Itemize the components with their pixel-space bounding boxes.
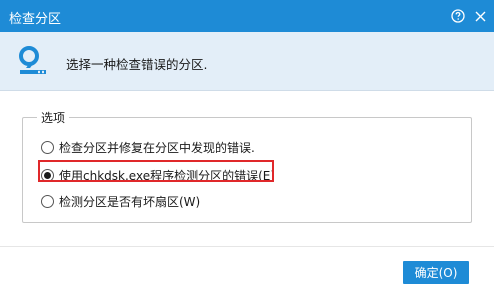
footer-divider <box>0 246 494 247</box>
radio-chkdsk[interactable] <box>41 168 54 182</box>
close-button[interactable] <box>470 6 490 26</box>
ok-button[interactable]: 确定(O) <box>403 261 469 284</box>
option-label: 检测分区是否有坏扇区(W) <box>59 194 201 209</box>
search-icon <box>19 46 46 74</box>
options-group: 选项 检查分区并修复在分区中发现的错误. 使用chkdsk.exe程序检测分区的… <box>22 109 472 223</box>
option-label: 使用chkdsk.exe程序检测分区的错误(E) <box>59 168 276 183</box>
options-group-legend: 选项 <box>37 109 70 126</box>
option-chkdsk[interactable]: 使用chkdsk.exe程序检测分区的错误(E) <box>41 166 275 184</box>
option-label: 检查分区并修复在分区中发现的错误. <box>59 140 255 155</box>
dialog-header: 选择一种检查错误的分区. <box>0 32 494 91</box>
option-check-and-repair[interactable]: 检查分区并修复在分区中发现的错误. <box>41 138 255 156</box>
help-circle-icon <box>451 9 465 23</box>
option-bad-sectors[interactable]: 检测分区是否有坏扇区(W) <box>41 192 200 210</box>
title-bar: 检查分区 <box>0 0 494 32</box>
radio-bad-sectors[interactable] <box>41 194 54 208</box>
close-icon <box>475 11 485 21</box>
help-button[interactable] <box>448 6 468 26</box>
header-instruction: 选择一种检查错误的分区. <box>66 57 208 72</box>
window-title: 检查分区 <box>9 12 62 27</box>
radio-check-and-repair[interactable] <box>41 140 54 154</box>
